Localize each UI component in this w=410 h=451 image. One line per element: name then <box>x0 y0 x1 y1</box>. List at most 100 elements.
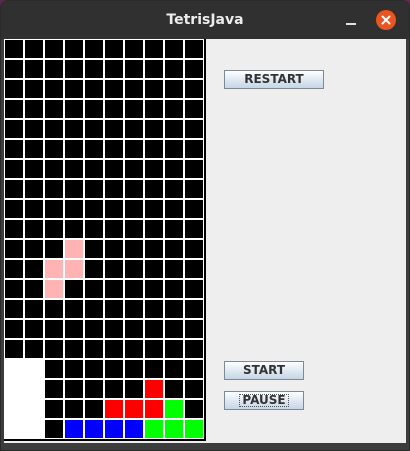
block-cell <box>184 419 204 439</box>
empty-cell <box>64 279 84 299</box>
empty-cell <box>84 359 104 379</box>
empty-cell <box>4 159 24 179</box>
empty-cell <box>44 339 64 359</box>
empty-cell <box>64 359 84 379</box>
empty-cell <box>144 59 164 79</box>
empty-cell <box>184 399 204 419</box>
empty-cell <box>164 179 184 199</box>
empty-cell <box>144 279 164 299</box>
empty-cell <box>184 279 204 299</box>
empty-cell <box>164 99 184 119</box>
block-cell <box>4 419 24 439</box>
empty-cell <box>104 79 124 99</box>
block-cell <box>24 419 44 439</box>
empty-cell <box>64 179 84 199</box>
empty-cell <box>144 79 164 99</box>
minimize-button[interactable] <box>341 11 361 31</box>
block-cell <box>144 399 164 419</box>
block-cell <box>4 379 24 399</box>
empty-cell <box>104 279 124 299</box>
empty-cell <box>44 359 64 379</box>
empty-cell <box>104 239 124 259</box>
empty-cell <box>144 199 164 219</box>
empty-cell <box>4 259 24 279</box>
empty-cell <box>64 219 84 239</box>
pause-button[interactable]: PAUSE <box>224 391 304 410</box>
empty-cell <box>124 219 144 239</box>
empty-cell <box>164 279 184 299</box>
empty-cell <box>184 179 204 199</box>
empty-cell <box>4 239 24 259</box>
empty-cell <box>4 119 24 139</box>
empty-cell <box>104 319 124 339</box>
empty-cell <box>164 79 184 99</box>
empty-cell <box>4 199 24 219</box>
empty-cell <box>144 299 164 319</box>
block-cell <box>164 419 184 439</box>
restart-button[interactable]: RESTART <box>224 70 324 89</box>
empty-cell <box>64 319 84 339</box>
empty-cell <box>44 319 64 339</box>
empty-cell <box>164 319 184 339</box>
empty-cell <box>84 159 104 179</box>
empty-cell <box>44 399 64 419</box>
empty-cell <box>164 259 184 279</box>
empty-cell <box>24 159 44 179</box>
title-bar[interactable]: TetrisJava <box>1 1 409 39</box>
block-cell <box>44 279 64 299</box>
empty-cell <box>164 239 184 259</box>
empty-cell <box>104 159 124 179</box>
empty-cell <box>84 299 104 319</box>
empty-cell <box>184 219 204 239</box>
empty-cell <box>24 199 44 219</box>
empty-cell <box>124 179 144 199</box>
empty-cell <box>24 79 44 99</box>
empty-cell <box>164 359 184 379</box>
empty-cell <box>4 299 24 319</box>
empty-cell <box>184 199 204 219</box>
empty-cell <box>104 119 124 139</box>
empty-cell <box>64 199 84 219</box>
start-button[interactable]: START <box>224 361 304 380</box>
empty-cell <box>104 379 124 399</box>
empty-cell <box>104 199 124 219</box>
block-cell <box>124 419 144 439</box>
empty-cell <box>124 319 144 339</box>
empty-cell <box>84 59 104 79</box>
tetris-board <box>4 39 206 441</box>
empty-cell <box>184 339 204 359</box>
empty-cell <box>144 339 164 359</box>
empty-cell <box>24 39 44 59</box>
empty-cell <box>4 339 24 359</box>
app-window: TetrisJava RESTART START PAUSE <box>0 0 410 451</box>
empty-cell <box>4 319 24 339</box>
empty-cell <box>144 99 164 119</box>
empty-cell <box>44 239 64 259</box>
empty-cell <box>24 139 44 159</box>
block-cell <box>144 419 164 439</box>
empty-cell <box>84 399 104 419</box>
empty-cell <box>104 59 124 79</box>
empty-cell <box>24 99 44 119</box>
empty-cell <box>144 179 164 199</box>
empty-cell <box>24 219 44 239</box>
empty-cell <box>164 59 184 79</box>
close-button[interactable] <box>376 10 396 30</box>
empty-cell <box>4 219 24 239</box>
empty-cell <box>104 299 124 319</box>
block-cell <box>4 359 24 379</box>
empty-cell <box>44 59 64 79</box>
empty-cell <box>124 299 144 319</box>
empty-cell <box>84 279 104 299</box>
empty-cell <box>4 139 24 159</box>
empty-cell <box>184 99 204 119</box>
empty-cell <box>24 279 44 299</box>
empty-cell <box>164 119 184 139</box>
empty-cell <box>164 199 184 219</box>
empty-cell <box>124 139 144 159</box>
empty-cell <box>4 179 24 199</box>
empty-cell <box>84 239 104 259</box>
empty-cell <box>184 259 204 279</box>
empty-cell <box>104 259 124 279</box>
block-cell <box>104 399 124 419</box>
